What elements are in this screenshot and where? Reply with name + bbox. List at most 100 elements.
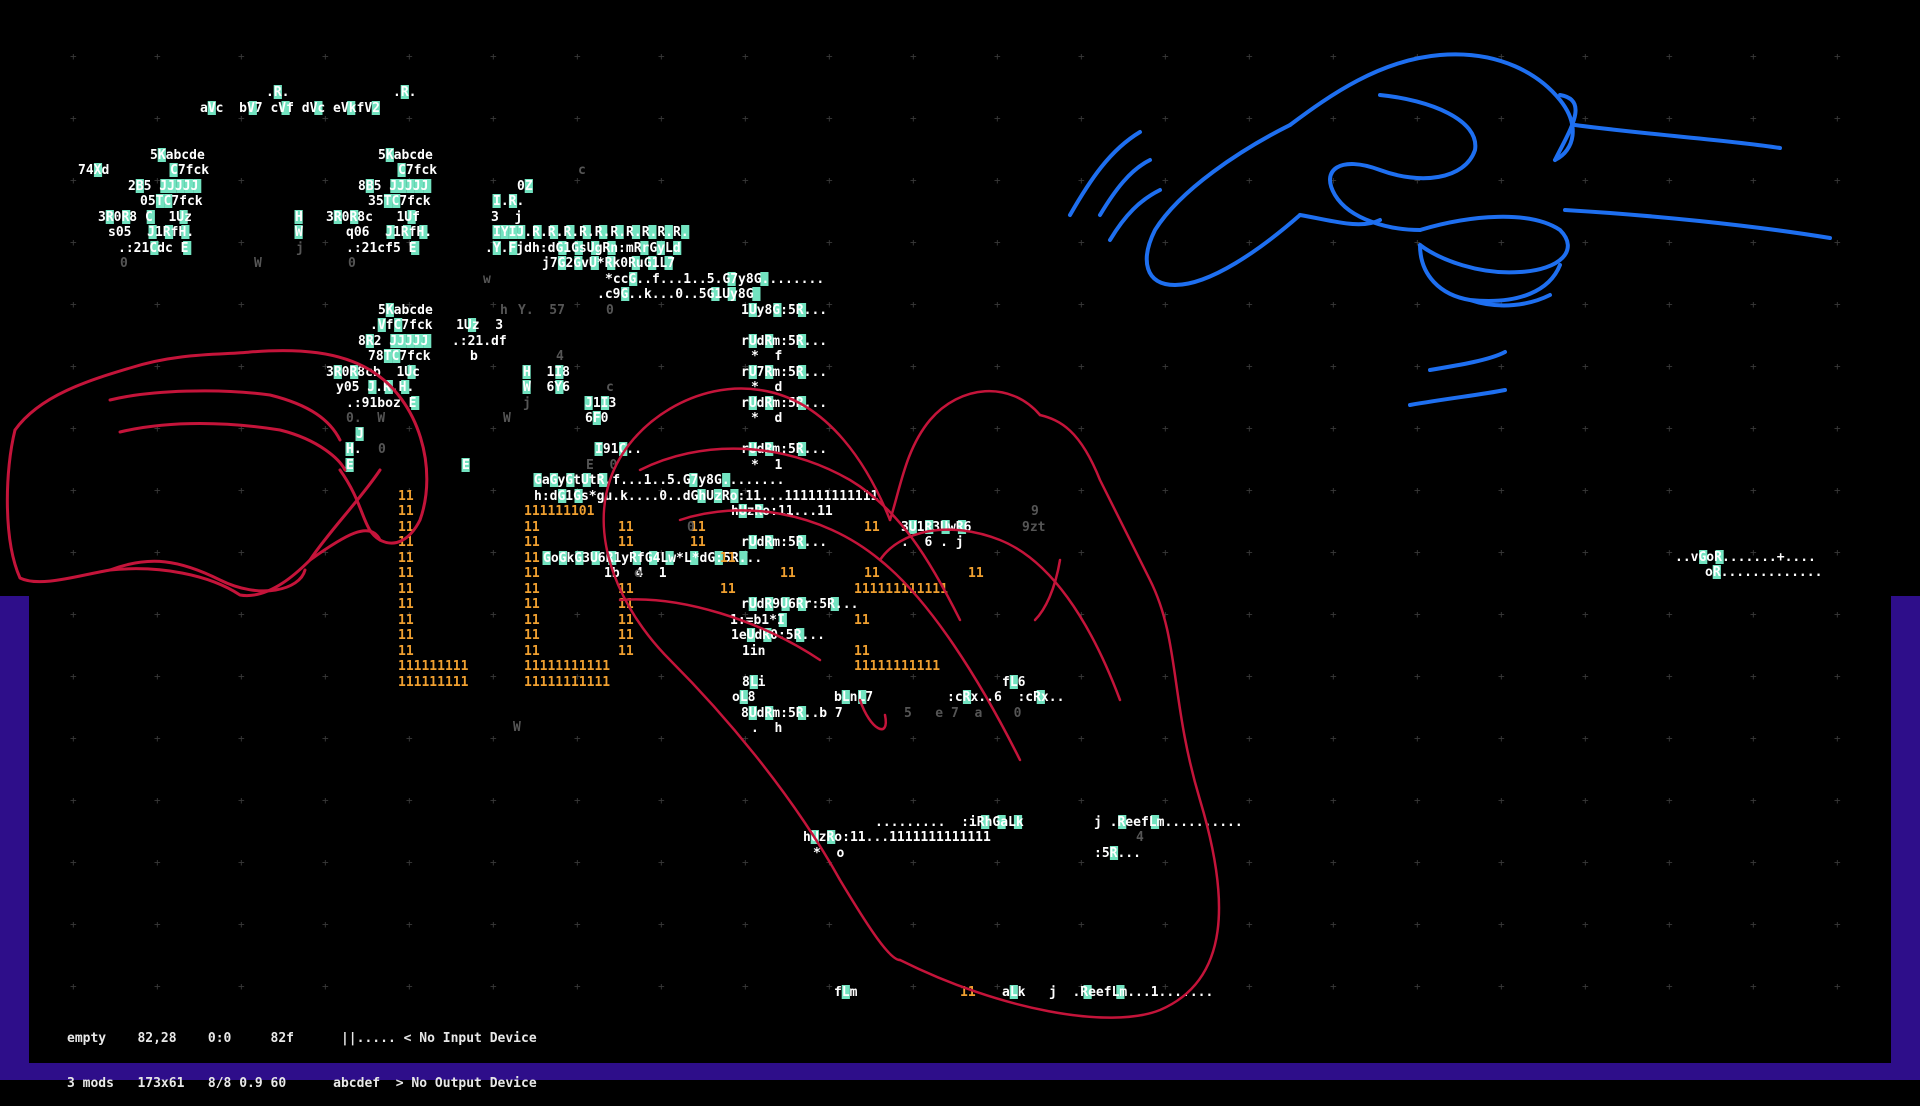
operator-cell: 5Kabcde [378, 303, 433, 318]
grid-dot: + [742, 422, 749, 435]
operator-cell: Y. 57 [518, 303, 565, 318]
cell-text: 11 [968, 566, 984, 581]
grid-dot: + [1330, 732, 1337, 745]
cell-text: rUdRm:5R... [741, 535, 827, 550]
operator-cell: c [606, 380, 614, 395]
cell-text: s05 J1RfH. [108, 225, 194, 240]
grid-dot: + [1414, 422, 1421, 435]
grid-dot: + [1750, 794, 1757, 807]
grid-dot: + [70, 980, 77, 993]
grid-dot: + [490, 422, 497, 435]
cell-text: C7fck [170, 163, 209, 178]
operator-cell: .:21cf5 E [346, 241, 420, 256]
grid-dot: + [406, 980, 413, 993]
cell-text: c [578, 163, 586, 178]
cell-text: J [356, 427, 364, 442]
grid-dot: + [1330, 980, 1337, 993]
grid-dot: + [154, 918, 161, 931]
grid-dot: + [826, 174, 833, 187]
grid-dot: + [826, 50, 833, 63]
grid-dot: + [322, 670, 329, 683]
grid-dot: + [1582, 918, 1589, 931]
grid-dot: + [1498, 174, 1505, 187]
cell-text: 6F0 [585, 411, 609, 426]
cell-text: :5R... [1094, 846, 1141, 861]
grid-dot: + [1414, 856, 1421, 869]
operator-cell: 11 [854, 644, 870, 659]
grid-dot: + [1246, 980, 1253, 993]
cell-text: H [295, 210, 303, 225]
grid-dot: + [994, 236, 1001, 249]
operator-cell: 11 [690, 535, 706, 550]
cell-text: j [523, 396, 531, 411]
cell-text: 0Z [517, 179, 533, 194]
grid-dot: + [910, 50, 917, 63]
cell-text: 3R0R8c 1Uf [326, 210, 420, 225]
grid-dot: + [1330, 298, 1337, 311]
cell-text: 0 [378, 442, 386, 457]
grid-dot: + [1330, 546, 1337, 559]
orca-canvas[interactable]: + + + + + + + + + + + + + + + + + + + + + + + + + + + + + + + + + + + + + + + +… [0, 0, 1920, 1080]
grid-dot: + [1078, 794, 1085, 807]
grid-dot: + [154, 298, 161, 311]
grid-dot: + [1078, 670, 1085, 683]
status-bpm: 60 [270, 1076, 287, 1091]
grid-dot: + [1414, 112, 1421, 125]
grid-dot: + [70, 174, 77, 187]
cell-text: IYIJ.R.R.R.R.R.R.R.R.R.R. [493, 225, 689, 240]
cell-text: Y. 57 [518, 303, 565, 318]
cell-text: W [503, 411, 511, 426]
grid-dot: + [1498, 980, 1505, 993]
operator-cell: 11 [618, 535, 634, 550]
operator-cell: 35TC7fck [368, 194, 431, 209]
grid-dot: + [1750, 732, 1757, 745]
grid-dot: + [994, 608, 1001, 621]
cell-text: W [513, 720, 521, 735]
operator-cell: y05 J.R.H. [336, 380, 414, 395]
grid-dot: + [1582, 422, 1589, 435]
grid-dot: + [1498, 484, 1505, 497]
grid-dot: + [490, 918, 497, 931]
cell-text: 35TC7fck [368, 194, 431, 209]
operator-cell: h:dG1Gs*gu.k....0..dGhUzRo:11...11111111… [534, 489, 879, 504]
operator-cell: H [294, 210, 303, 225]
operator-cell: W 6Y6 [522, 380, 570, 395]
operator-cell: j7G2GvU*Rk0RuG1L7 [542, 256, 675, 271]
operator-cells: aVc bV7 cVf dVc eVkfV2.R. .R.5Kabcde 5Kabc… [78, 85, 1822, 1000]
operator-cell: rUdR9U6Rr:5R... [741, 597, 858, 612]
cell-text: 11 [618, 644, 634, 659]
grid-dot: + [742, 918, 749, 931]
cell-text: E [346, 458, 354, 473]
grid-dot: + [1582, 174, 1589, 187]
grid-dot: + [1582, 732, 1589, 745]
grid-dot: + [1162, 50, 1169, 63]
grid-dot: + [490, 794, 497, 807]
grid-dot: + [1246, 236, 1253, 249]
grid-dot: + [70, 608, 77, 621]
operator-cell: rUdRm:5R... [741, 334, 827, 349]
grid-dot: + [1330, 236, 1337, 249]
grid-dot: + [1750, 980, 1757, 993]
grid-dot: + [70, 50, 77, 63]
grid-dot: + [574, 732, 581, 745]
grid-dot: + [910, 360, 917, 373]
operator-cell: C7fck [169, 163, 209, 178]
cell-text: 1in [742, 644, 765, 659]
grid-dot: + [1246, 546, 1253, 559]
grid-dot: + [154, 670, 161, 683]
grid-dot: + [658, 794, 665, 807]
grid-dot: + [1498, 918, 1505, 931]
grid-dot: + [1246, 298, 1253, 311]
grid-dot: + [490, 112, 497, 125]
grid-dot: + [1162, 112, 1169, 125]
cell-text: h [500, 303, 508, 318]
cell-text: GaGyGtUtR.f...1..5.G7y8G........ [534, 473, 784, 488]
grid-dot: + [1666, 360, 1673, 373]
grid-dot: + [1414, 546, 1421, 559]
cell-text: 11 [864, 566, 880, 581]
operator-cell: 8B5 JJJJJ [358, 179, 432, 194]
grid-dot: + [1414, 298, 1421, 311]
grid-dot: + [1750, 608, 1757, 621]
cell-text: rUdRm:5R... [741, 396, 827, 411]
grid-dot: + [1414, 174, 1421, 187]
